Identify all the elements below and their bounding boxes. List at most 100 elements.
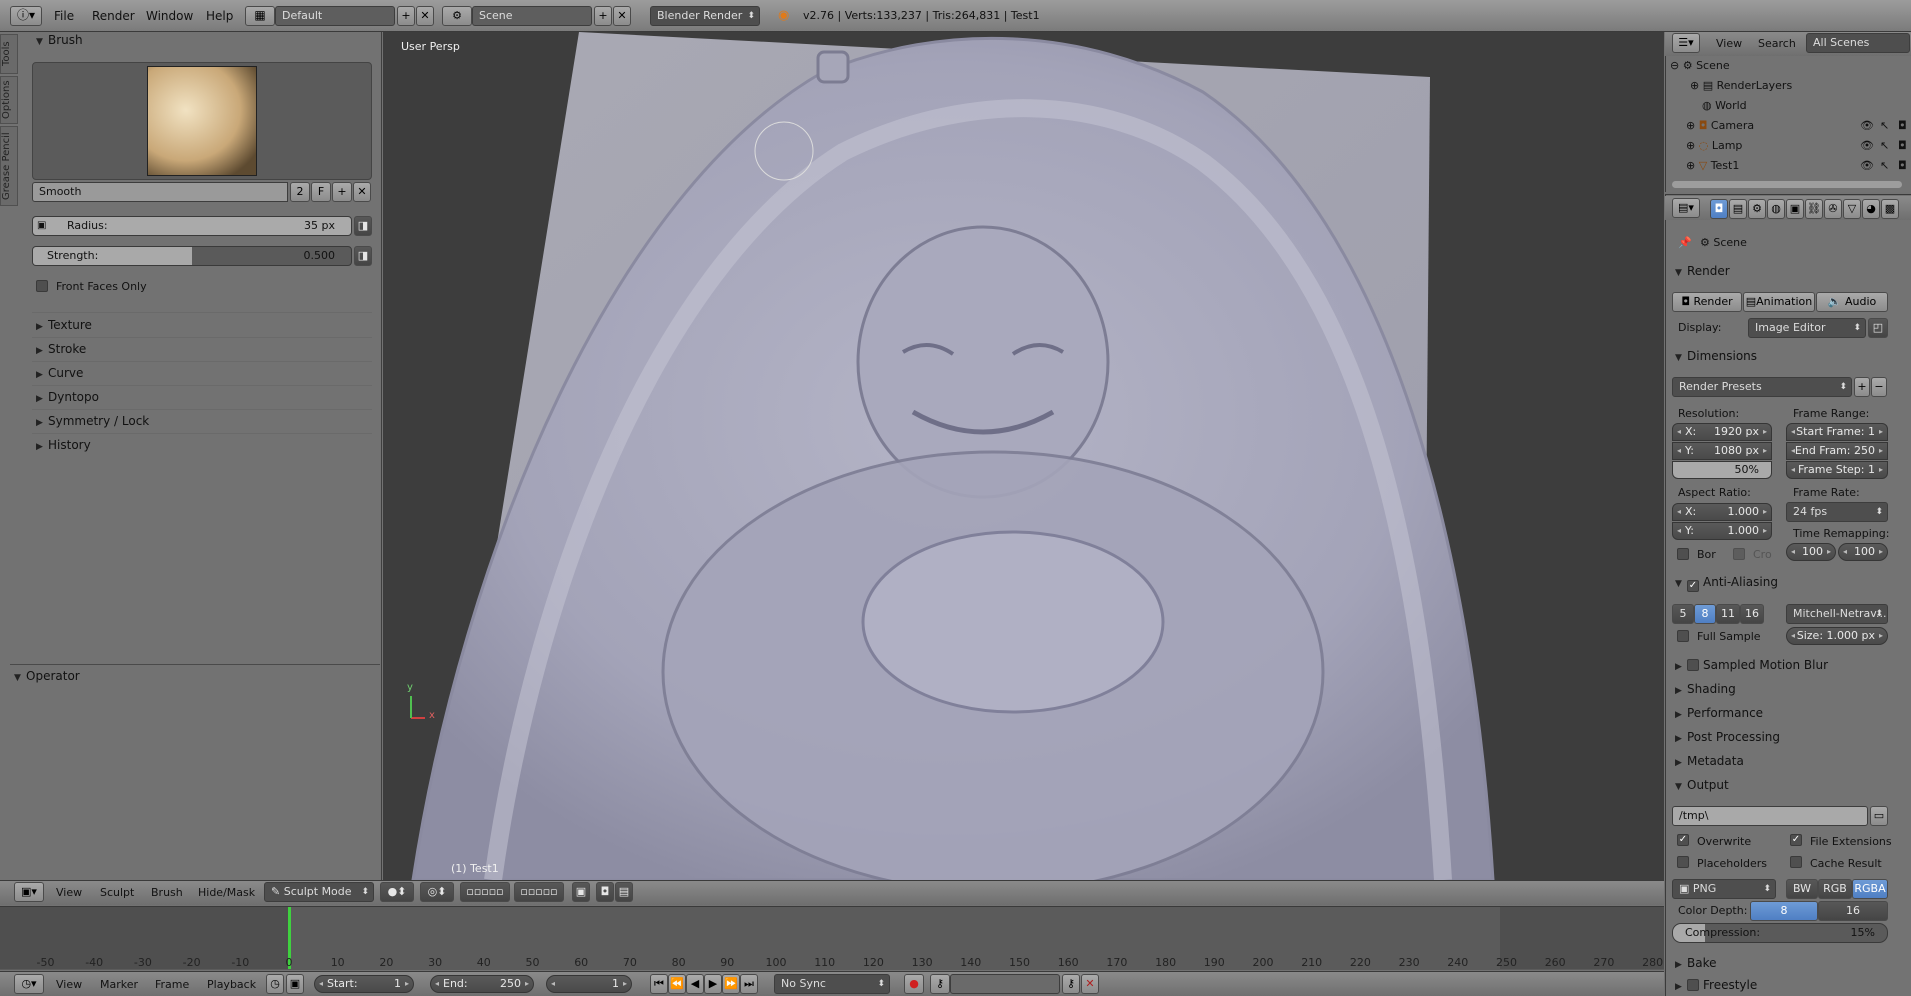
overwrite-checkbox[interactable]: ✓ bbox=[1677, 834, 1689, 846]
file-format-select[interactable]: ▣ PNG ⬍ bbox=[1672, 879, 1776, 899]
delete-brush-button[interactable]: ✕ bbox=[353, 182, 371, 202]
tab-texture-context[interactable]: ▩ bbox=[1881, 199, 1899, 219]
brush-fake-user-button[interactable]: F bbox=[311, 182, 331, 202]
timeline-editor-type-button[interactable]: ◷▾ bbox=[14, 974, 44, 994]
render-camera-icon[interactable]: ◘ bbox=[1898, 139, 1907, 152]
anti-aliasing-panel-header[interactable]: ▼ ✓ Anti-Aliasing bbox=[1675, 572, 1778, 592]
play-button[interactable]: ▶ bbox=[704, 974, 722, 994]
resolution-x-field[interactable]: ◂ X: 1920 px ▸ bbox=[1672, 423, 1772, 441]
curve-panel-header[interactable]: ▶ Curve bbox=[36, 363, 83, 383]
bake-panel-header[interactable]: ▶ Bake bbox=[1675, 953, 1717, 973]
operator-panel-header[interactable]: ▼ Operator bbox=[14, 666, 80, 686]
start-frame-prop-field[interactable]: ◂ Start Frame: 1 ▸ bbox=[1786, 423, 1888, 441]
delete-scene-button[interactable]: ✕ bbox=[613, 6, 631, 26]
time-remap-new-field[interactable]: ◂ 100 ▸ bbox=[1838, 543, 1888, 561]
outliner-item-test1[interactable]: ⊕ ▽ Test1 bbox=[1686, 156, 1739, 176]
menu-window[interactable]: Window bbox=[146, 9, 193, 23]
aa-filter-select[interactable]: Mitchell-Netrav... ⬍ bbox=[1786, 604, 1888, 624]
outliner-item-scene[interactable]: ⊖ ⚙ Scene bbox=[1670, 56, 1730, 76]
outliner-menu-view[interactable]: View bbox=[1716, 37, 1742, 50]
shading-panel-header[interactable]: ▶ Shading bbox=[1675, 679, 1736, 699]
resolution-percent-field[interactable]: 50% bbox=[1672, 461, 1772, 479]
render-panel-header[interactable]: ▼ Render bbox=[1675, 261, 1730, 281]
menu-render[interactable]: Render bbox=[92, 9, 135, 23]
outliner-item-renderlayers[interactable]: ⊕ ▤ RenderLayers bbox=[1690, 76, 1792, 96]
border-checkbox[interactable] bbox=[1677, 548, 1689, 560]
crop-checkbox[interactable] bbox=[1733, 548, 1745, 560]
prev-keyframe-button[interactable]: ⏪ bbox=[668, 974, 686, 994]
placeholders-checkbox[interactable] bbox=[1677, 856, 1689, 868]
jump-start-button[interactable]: ⏮ bbox=[650, 974, 668, 994]
outliner-scrollbar[interactable] bbox=[1672, 181, 1902, 188]
tab-material-context[interactable]: ◕ bbox=[1862, 199, 1880, 219]
tab-tools[interactable]: Tools bbox=[0, 34, 18, 74]
play-reverse-button[interactable]: ◀ bbox=[686, 974, 704, 994]
delete-keyframe-button[interactable]: ✕ bbox=[1081, 974, 1099, 994]
cursor-select-icon[interactable]: ↖ bbox=[1880, 119, 1889, 132]
color-rgba-button[interactable]: RGBA bbox=[1852, 879, 1888, 899]
next-keyframe-button[interactable]: ⏩ bbox=[722, 974, 740, 994]
render-engine-select[interactable]: Blender Render ⬍ bbox=[650, 6, 760, 26]
render-camera-icon[interactable]: ◘ bbox=[1898, 119, 1907, 132]
outliner-menu-search[interactable]: Search bbox=[1758, 37, 1796, 50]
strength-pressure-button[interactable]: ◨ bbox=[354, 246, 372, 266]
info-editor-type-button[interactable]: ⓘ▾ bbox=[10, 6, 42, 26]
eye-icon[interactable]: 👁 bbox=[1860, 119, 1874, 132]
radius-pressure-button[interactable]: ◨ bbox=[354, 216, 372, 236]
tab-modifiers-context[interactable]: ✇ bbox=[1824, 199, 1842, 219]
color-depth-16-button[interactable]: 16 bbox=[1818, 901, 1888, 921]
full-sample-checkbox[interactable] bbox=[1677, 630, 1689, 642]
outliner-item-camera[interactable]: ⊕ ◘ Camera bbox=[1686, 116, 1754, 136]
output-path-field[interactable]: /tmp\ bbox=[1672, 806, 1868, 826]
post-processing-panel-header[interactable]: ▶ Post Processing bbox=[1675, 727, 1780, 747]
add-preset-button[interactable]: + bbox=[1854, 377, 1870, 397]
end-frame-prop-field[interactable]: ◂ End Fram: 250 ▸ bbox=[1786, 442, 1888, 460]
layers-row-1[interactable]: ▫▫▫▫▫ bbox=[460, 882, 510, 902]
lock-camera-button[interactable]: ▣ bbox=[572, 882, 590, 902]
brush-name-field[interactable]: Smooth bbox=[32, 182, 288, 202]
viewport-editor-type-button[interactable]: ▣▾ bbox=[14, 882, 44, 902]
render-anim-button[interactable]: ▤ bbox=[615, 882, 633, 902]
outliner-item-lamp[interactable]: ⊕ ◌ Lamp bbox=[1686, 136, 1742, 156]
cursor-select-icon[interactable]: ↖ bbox=[1880, 139, 1889, 152]
browse-path-button[interactable]: ▭ bbox=[1870, 806, 1888, 826]
render-button[interactable]: ◘ Render bbox=[1672, 292, 1742, 312]
brush-preview-box[interactable] bbox=[32, 62, 372, 180]
layers-row-2[interactable]: ▫▫▫▫▫ bbox=[514, 882, 564, 902]
scene-icon-button[interactable]: ⚙ bbox=[442, 6, 472, 26]
anti-aliasing-checkbox[interactable]: ✓ bbox=[1687, 580, 1699, 592]
stroke-panel-header[interactable]: ▶ Stroke bbox=[36, 339, 86, 359]
cursor-select-icon[interactable]: ↖ bbox=[1880, 159, 1889, 172]
tab-scene-context[interactable]: ⚙ bbox=[1748, 199, 1766, 219]
add-scene-button[interactable]: + bbox=[594, 6, 612, 26]
tab-grease-pencil[interactable]: Grease Pencil bbox=[0, 126, 18, 206]
menu-file[interactable]: File bbox=[54, 9, 74, 23]
tab-constraints-context[interactable]: ⛓ bbox=[1805, 199, 1823, 219]
viewport-menu-brush[interactable]: Brush bbox=[151, 886, 183, 899]
properties-editor-type-button[interactable]: ▤▾ bbox=[1672, 198, 1700, 218]
viewport-menu-hide-mask[interactable]: Hide/Mask bbox=[198, 886, 255, 899]
compression-slider[interactable]: Compression: 15% bbox=[1672, 923, 1888, 943]
strength-slider[interactable]: Strength: 0.500 bbox=[32, 246, 352, 266]
aa-samples-11[interactable]: 11 bbox=[1716, 604, 1740, 624]
tab-render-context[interactable]: ◘ bbox=[1710, 199, 1728, 219]
tab-object-context[interactable]: ▣ bbox=[1786, 199, 1804, 219]
resolution-y-field[interactable]: ◂ Y: 1080 px ▸ bbox=[1672, 442, 1772, 460]
keying-set-button[interactable]: ⚷ bbox=[930, 974, 950, 994]
tab-options[interactable]: Options bbox=[0, 76, 18, 124]
front-faces-checkbox[interactable] bbox=[36, 280, 48, 292]
render-preview-button[interactable]: ◘ bbox=[596, 882, 614, 902]
aa-samples-8[interactable]: 8 bbox=[1694, 604, 1716, 624]
history-panel-header[interactable]: ▶ History bbox=[36, 435, 91, 455]
motion-blur-panel-header[interactable]: ▶ Sampled Motion Blur bbox=[1675, 655, 1828, 675]
freestyle-checkbox[interactable] bbox=[1687, 979, 1699, 991]
insert-keyframe-button[interactable]: ⚷ bbox=[1062, 974, 1080, 994]
sync-select[interactable]: No Sync ⬍ bbox=[774, 974, 890, 994]
render-display-toggle[interactable]: ◰ bbox=[1868, 318, 1888, 338]
time-remap-old-field[interactable]: ◂ 100 ▸ bbox=[1786, 543, 1836, 561]
color-rgb-button[interactable]: RGB bbox=[1818, 879, 1852, 899]
color-bw-button[interactable]: BW bbox=[1786, 879, 1818, 899]
screen-layout-field[interactable]: Default bbox=[275, 6, 395, 26]
render-presets-select[interactable]: Render Presets ⬍ bbox=[1672, 377, 1852, 397]
outliner-item-world[interactable]: ◍ World bbox=[1702, 96, 1747, 116]
